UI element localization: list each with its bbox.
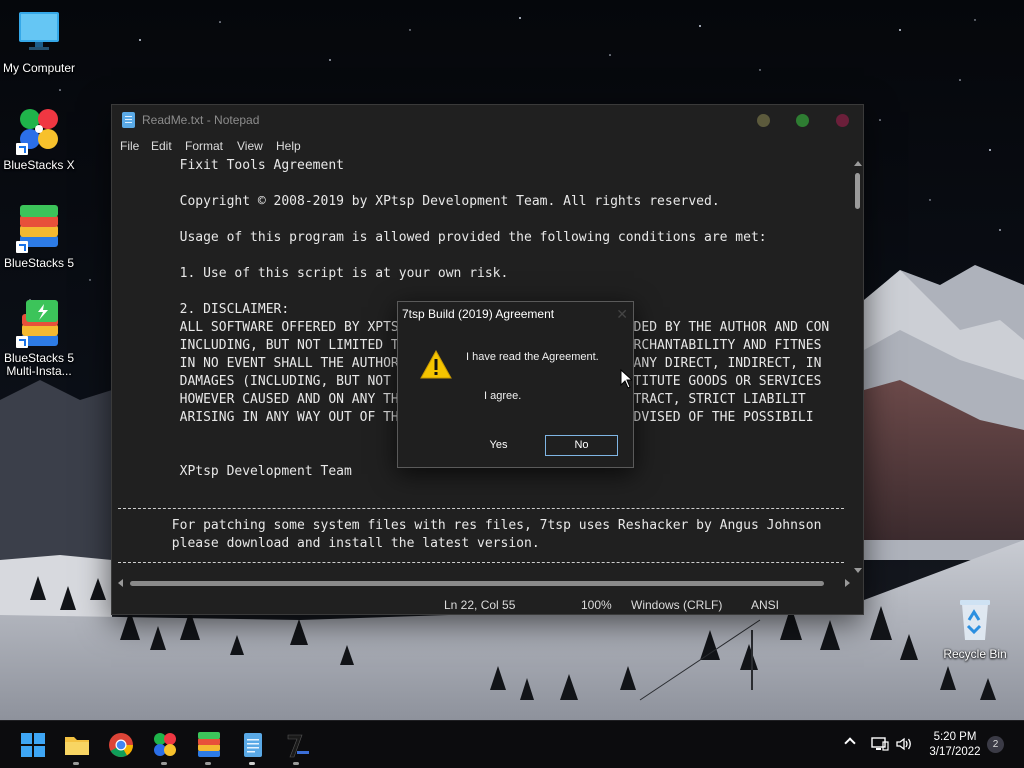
notepad-app-icon bbox=[122, 112, 135, 128]
desktop-icon-my-computer[interactable]: My Computer bbox=[0, 10, 78, 75]
shortcut-arrow-icon bbox=[16, 336, 28, 348]
vertical-scrollbar[interactable] bbox=[852, 157, 864, 575]
running-indicator bbox=[249, 762, 255, 765]
menu-file[interactable]: File bbox=[120, 139, 139, 153]
dashed-separator bbox=[118, 508, 844, 509]
scroll-down-arrow-icon[interactable] bbox=[854, 568, 862, 573]
desktop-icon-bluestacks-5[interactable]: BlueStacks 5 bbox=[0, 205, 78, 270]
desktop-icon-bluestacks-5-multi-instance[interactable]: BlueStacks 5 Multi-Insta... bbox=[0, 300, 78, 378]
horizontal-scrollbar[interactable] bbox=[116, 577, 850, 589]
dialog-close-icon[interactable]: ✕ bbox=[616, 306, 628, 323]
notepad-taskbar-icon[interactable] bbox=[240, 732, 266, 765]
bluestacks-5-icon bbox=[16, 205, 62, 253]
text-line: 1. Use of this script is at your own ris… bbox=[117, 266, 509, 281]
bluestacks-multi-instance-icon bbox=[16, 300, 62, 348]
network-icon[interactable] bbox=[871, 736, 889, 757]
shortcut-arrow-icon bbox=[16, 241, 28, 253]
text-line: Usage of this program is allowed provide… bbox=[117, 230, 767, 245]
bluestacks-x-taskbar-icon[interactable] bbox=[152, 732, 178, 765]
scroll-up-arrow-icon[interactable] bbox=[854, 161, 862, 166]
shortcut-arrow-icon bbox=[16, 143, 28, 155]
mouse-cursor-icon bbox=[620, 368, 634, 389]
vertical-scroll-thumb[interactable] bbox=[855, 173, 860, 209]
bluestacks-5-taskbar-icon[interactable] bbox=[196, 732, 222, 765]
desktop-icon-label: BlueStacks 5 Multi-Insta... bbox=[3, 351, 75, 378]
taskbar: 5:20 PM 3/17/2022 2 bbox=[0, 720, 1024, 768]
no-button[interactable]: No bbox=[545, 435, 618, 456]
text-line: 2. DISCLAIMER: bbox=[117, 302, 290, 317]
system-clock[interactable]: 5:20 PM 3/17/2022 bbox=[926, 730, 984, 760]
status-encoding: ANSI bbox=[751, 598, 780, 612]
horizontal-scroll-thumb[interactable] bbox=[130, 581, 824, 586]
running-indicator bbox=[205, 762, 211, 765]
scroll-right-arrow-icon[interactable] bbox=[845, 579, 850, 587]
dialog-title: 7tsp Build (2019) Agreement bbox=[402, 307, 555, 321]
7tsp-taskbar-icon[interactable] bbox=[284, 732, 310, 765]
desktop-icon-label: Recycle Bin bbox=[943, 647, 1007, 661]
notepad-titlebar[interactable]: ReadMe.txt - Notepad bbox=[112, 105, 863, 135]
running-indicator bbox=[293, 762, 299, 765]
clock-time: 5:20 PM bbox=[933, 731, 977, 743]
yes-button[interactable]: Yes bbox=[462, 435, 535, 456]
agreement-dialog[interactable]: 7tsp Build (2019) Agreement ✕ I have rea… bbox=[397, 301, 634, 468]
menu-bar: File Edit Format View Help bbox=[112, 135, 863, 157]
status-zoom: 100% bbox=[581, 598, 612, 612]
clock-date: 3/17/2022 bbox=[929, 746, 981, 758]
start-icon[interactable] bbox=[20, 732, 46, 758]
minimize-button[interactable] bbox=[757, 114, 770, 127]
text-line: please download and install the latest v… bbox=[117, 536, 540, 551]
monitor-icon bbox=[16, 10, 62, 58]
text-line: XPtsp Development Team bbox=[117, 464, 352, 479]
desktop-icon-label: BlueStacks 5 bbox=[3, 256, 75, 270]
text-line: For patching some system files with res … bbox=[117, 518, 822, 533]
status-cursor-position: Ln 22, Col 55 bbox=[444, 598, 516, 612]
menu-help[interactable]: Help bbox=[276, 139, 301, 153]
close-button[interactable] bbox=[836, 114, 849, 127]
text-line: Fixit Tools Agreement bbox=[117, 158, 344, 173]
dialog-sub-message: I agree. bbox=[484, 390, 522, 402]
menu-format[interactable]: Format bbox=[185, 139, 223, 153]
menu-view[interactable]: View bbox=[237, 139, 263, 153]
scroll-left-arrow-icon[interactable] bbox=[118, 579, 123, 587]
status-bar: Ln 22, Col 55 100% Windows (CRLF) ANSI bbox=[112, 595, 863, 615]
desktop-icon-label: My Computer bbox=[2, 61, 76, 75]
bluestacks-x-icon bbox=[16, 107, 62, 155]
dashed-separator bbox=[118, 562, 844, 563]
desktop-icon-label: BlueStacks X bbox=[3, 158, 75, 172]
desktop-icon-recycle-bin[interactable]: Recycle Bin bbox=[936, 596, 1014, 661]
recycle-bin-icon bbox=[952, 596, 998, 644]
show-hidden-icons-chevron-icon[interactable] bbox=[844, 737, 856, 749]
desktop-icon-bluestacks-x[interactable]: BlueStacks X bbox=[0, 107, 78, 172]
running-indicator bbox=[161, 762, 167, 765]
chrome-icon[interactable] bbox=[108, 732, 134, 758]
warning-icon bbox=[420, 349, 452, 380]
notification-badge[interactable]: 2 bbox=[987, 736, 1004, 753]
running-indicator bbox=[73, 762, 79, 765]
menu-edit[interactable]: Edit bbox=[151, 139, 172, 153]
maximize-button[interactable] bbox=[796, 114, 809, 127]
dialog-message: I have read the Agreement. bbox=[466, 351, 599, 363]
volume-icon[interactable] bbox=[895, 736, 913, 757]
text-line: Copyright © 2008-2019 by XPtsp Developme… bbox=[117, 194, 720, 209]
window-title: ReadMe.txt - Notepad bbox=[142, 113, 260, 127]
status-line-ending: Windows (CRLF) bbox=[631, 598, 723, 612]
file-explorer-icon[interactable] bbox=[64, 732, 90, 765]
